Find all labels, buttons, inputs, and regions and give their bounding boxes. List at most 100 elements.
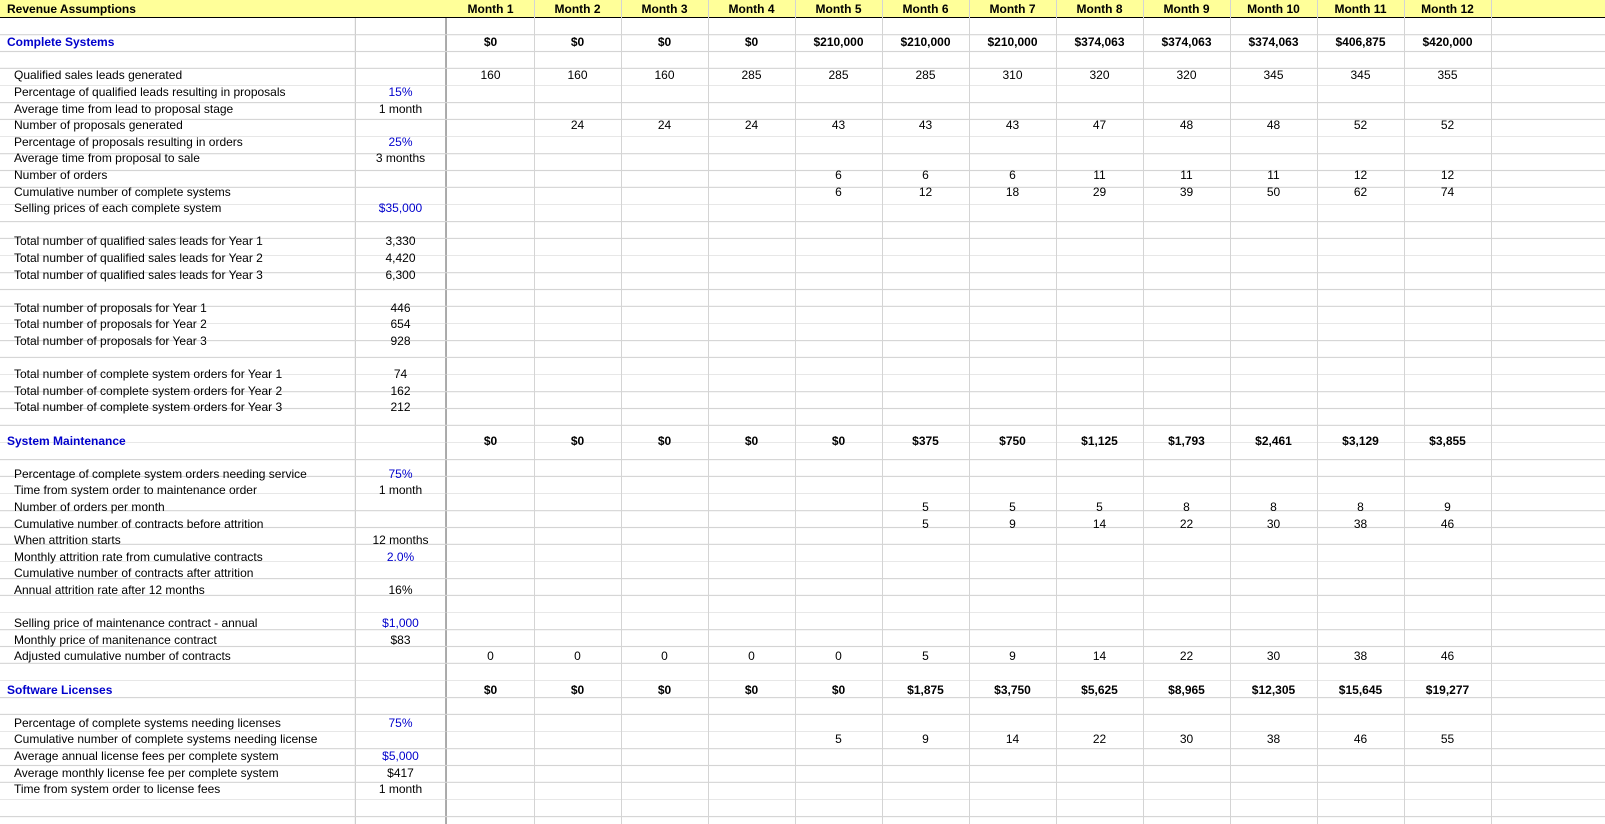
row-label[interactable]: When attrition starts — [14, 532, 121, 549]
month-value-cell[interactable]: 5 — [969, 499, 1056, 516]
parameter-cell[interactable]: 15% — [356, 84, 445, 101]
parameter-cell[interactable]: 25% — [356, 134, 445, 151]
section-heading[interactable]: Software Licenses — [7, 682, 112, 699]
section-total-cell[interactable]: $0 — [708, 34, 795, 51]
month-value-cell[interactable]: 11 — [1056, 167, 1143, 184]
row-label[interactable]: Monthly attrition rate from cumulative c… — [14, 549, 263, 566]
section-total-cell[interactable]: $750 — [969, 433, 1056, 450]
month-value-cell[interactable]: 39 — [1143, 184, 1230, 201]
section-total-cell[interactable]: $0 — [447, 682, 534, 699]
sheet-title[interactable]: Revenue Assumptions — [7, 1, 136, 18]
month-value-cell[interactable]: 355 — [1404, 67, 1491, 84]
month-header[interactable]: Month 2 — [534, 1, 621, 18]
month-value-cell[interactable]: 5 — [882, 499, 969, 516]
row-label[interactable]: Total number of complete system orders f… — [14, 383, 282, 400]
row-label[interactable]: Number of orders — [14, 167, 107, 184]
section-total-cell[interactable]: $374,063 — [1230, 34, 1317, 51]
month-value-cell[interactable]: 14 — [1056, 648, 1143, 665]
section-total-cell[interactable]: $0 — [708, 682, 795, 699]
parameter-cell[interactable]: 1 month — [356, 781, 445, 798]
parameter-cell[interactable]: 1 month — [356, 482, 445, 499]
parameter-cell[interactable]: 212 — [356, 399, 445, 416]
section-total-cell[interactable]: $1,793 — [1143, 433, 1230, 450]
month-value-cell[interactable]: 285 — [882, 67, 969, 84]
month-header[interactable]: Month 3 — [621, 1, 708, 18]
section-total-cell[interactable]: $0 — [534, 682, 621, 699]
month-value-cell[interactable]: 48 — [1143, 117, 1230, 134]
row-label[interactable]: Cumulative number of contracts before at… — [14, 516, 263, 533]
row-label[interactable]: Number of proposals generated — [14, 117, 183, 134]
month-value-cell[interactable]: 38 — [1230, 731, 1317, 748]
month-header[interactable]: Month 6 — [882, 1, 969, 18]
parameter-cell[interactable]: $1,000 — [356, 615, 445, 632]
month-value-cell[interactable]: 14 — [969, 731, 1056, 748]
section-total-cell[interactable]: $1,875 — [882, 682, 969, 699]
month-header[interactable]: Month 12 — [1404, 1, 1491, 18]
month-header[interactable]: Month 9 — [1143, 1, 1230, 18]
month-value-cell[interactable]: 6 — [795, 184, 882, 201]
parameter-cell[interactable]: 16% — [356, 582, 445, 599]
parameter-cell[interactable]: 75% — [356, 466, 445, 483]
month-value-cell[interactable]: 6 — [969, 167, 1056, 184]
month-header[interactable]: Month 8 — [1056, 1, 1143, 18]
month-value-cell[interactable]: 345 — [1230, 67, 1317, 84]
section-total-cell[interactable]: $420,000 — [1404, 34, 1491, 51]
month-value-cell[interactable]: 0 — [447, 648, 534, 665]
section-total-cell[interactable]: $8,965 — [1143, 682, 1230, 699]
month-value-cell[interactable]: 52 — [1317, 117, 1404, 134]
month-value-cell[interactable]: 9 — [1404, 499, 1491, 516]
month-value-cell[interactable]: 160 — [534, 67, 621, 84]
section-total-cell[interactable]: $374,063 — [1056, 34, 1143, 51]
parameter-cell[interactable]: 928 — [356, 333, 445, 350]
month-value-cell[interactable]: 48 — [1230, 117, 1317, 134]
month-value-cell[interactable]: 22 — [1056, 731, 1143, 748]
parameter-cell[interactable]: 75% — [356, 715, 445, 732]
row-label[interactable]: Total number of proposals for Year 1 — [14, 300, 207, 317]
parameter-cell[interactable]: 446 — [356, 300, 445, 317]
parameter-cell[interactable]: $83 — [356, 632, 445, 649]
parameter-cell[interactable]: 2.0% — [356, 549, 445, 566]
month-value-cell[interactable]: 46 — [1317, 731, 1404, 748]
parameter-cell[interactable]: $35,000 — [356, 200, 445, 217]
month-value-cell[interactable]: 24 — [621, 117, 708, 134]
row-label[interactable]: Monthly price of manitenance contract — [14, 632, 217, 649]
month-value-cell[interactable]: 160 — [621, 67, 708, 84]
month-value-cell[interactable]: 8 — [1230, 499, 1317, 516]
month-value-cell[interactable]: 38 — [1317, 648, 1404, 665]
month-value-cell[interactable]: 5 — [882, 516, 969, 533]
row-label[interactable]: Cumulative number of complete systems — [14, 184, 231, 201]
section-total-cell[interactable]: $5,625 — [1056, 682, 1143, 699]
section-total-cell[interactable]: $374,063 — [1143, 34, 1230, 51]
month-value-cell[interactable]: 24 — [534, 117, 621, 134]
month-value-cell[interactable]: 14 — [1056, 516, 1143, 533]
row-label[interactable]: Percentage of proposals resulting in ord… — [14, 134, 243, 151]
month-value-cell[interactable]: 8 — [1143, 499, 1230, 516]
month-value-cell[interactable]: 74 — [1404, 184, 1491, 201]
month-value-cell[interactable]: 22 — [1143, 648, 1230, 665]
month-value-cell[interactable]: 38 — [1317, 516, 1404, 533]
row-label[interactable]: Selling price of maintenance contract - … — [14, 615, 257, 632]
section-total-cell[interactable]: $375 — [882, 433, 969, 450]
month-value-cell[interactable]: 5 — [1056, 499, 1143, 516]
month-value-cell[interactable]: 18 — [969, 184, 1056, 201]
month-header[interactable]: Month 7 — [969, 1, 1056, 18]
section-total-cell[interactable]: $0 — [795, 682, 882, 699]
section-total-cell[interactable]: $406,875 — [1317, 34, 1404, 51]
row-label[interactable]: Time from system order to license fees — [14, 781, 220, 798]
row-label[interactable]: Selling prices of each complete system — [14, 200, 221, 217]
month-value-cell[interactable]: 8 — [1317, 499, 1404, 516]
section-total-cell[interactable]: $3,129 — [1317, 433, 1404, 450]
month-header[interactable]: Month 5 — [795, 1, 882, 18]
row-label[interactable]: Cumulative number of contracts after att… — [14, 565, 253, 582]
row-label[interactable]: Total number of complete system orders f… — [14, 366, 282, 383]
month-value-cell[interactable]: 46 — [1404, 516, 1491, 533]
month-value-cell[interactable]: 310 — [969, 67, 1056, 84]
parameter-cell[interactable]: 3 months — [356, 150, 445, 167]
month-value-cell[interactable]: 345 — [1317, 67, 1404, 84]
month-value-cell[interactable]: 46 — [1404, 648, 1491, 665]
parameter-cell[interactable]: 162 — [356, 383, 445, 400]
section-total-cell[interactable]: $210,000 — [795, 34, 882, 51]
parameter-cell[interactable]: 654 — [356, 316, 445, 333]
row-label[interactable]: Total number of proposals for Year 2 — [14, 316, 207, 333]
month-value-cell[interactable]: 12 — [1317, 167, 1404, 184]
